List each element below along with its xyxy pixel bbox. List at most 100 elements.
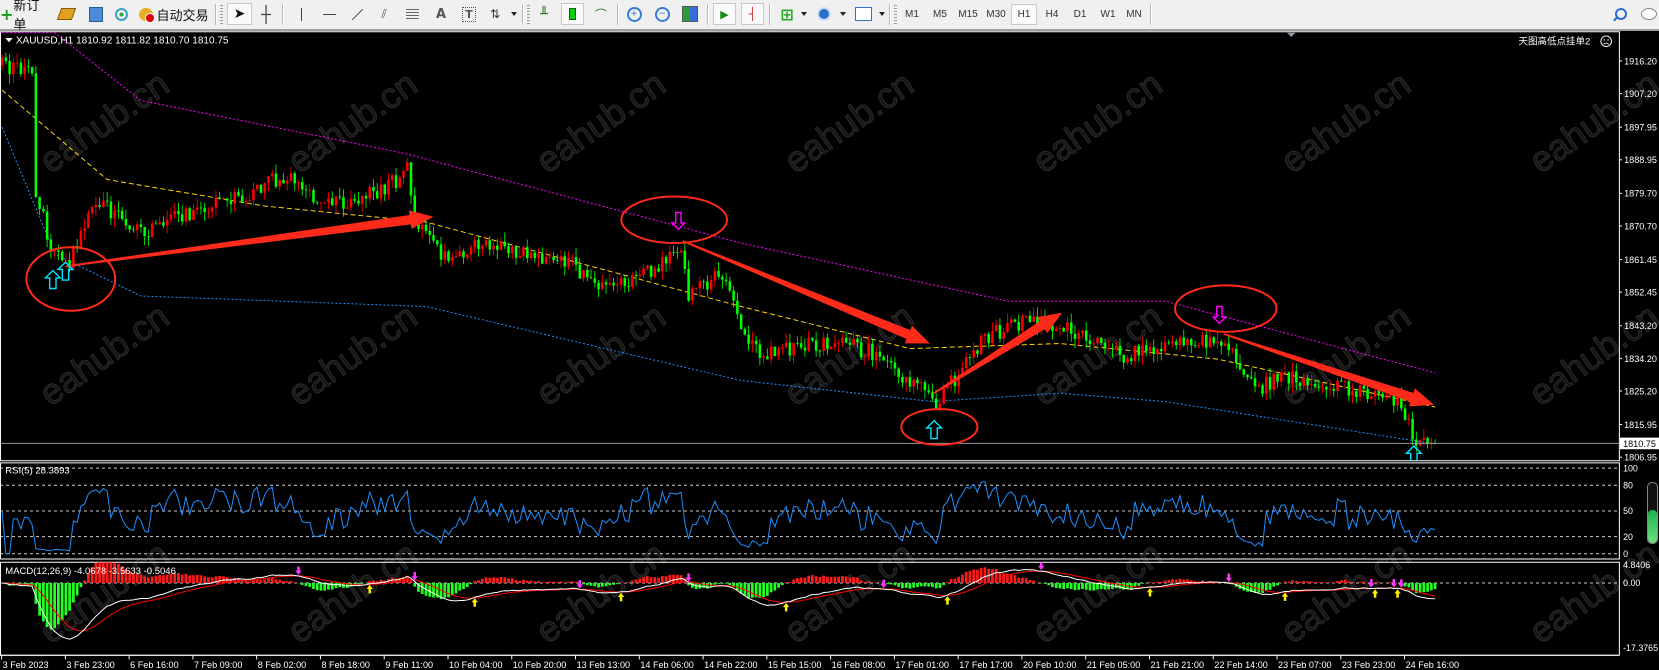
time-label: 14 Feb 22:00 (704, 660, 758, 670)
timeframe-mn[interactable]: MN (1121, 4, 1147, 25)
candle-body (1219, 341, 1223, 346)
candle (1407, 413, 1411, 426)
macd-histogram-bar (994, 569, 998, 584)
candle (15, 53, 19, 69)
autoscroll-button[interactable]: ▶ (713, 3, 736, 25)
chart-shift-button[interactable]: ┤ (741, 3, 764, 25)
candle-body (541, 254, 544, 264)
macd-cross-down-arrow-icon (1225, 573, 1232, 582)
timeframe-m1[interactable]: M1 (899, 4, 925, 25)
timeframe-m15[interactable]: M15 (955, 4, 981, 25)
candle-body (601, 282, 604, 290)
search-button[interactable] (1611, 3, 1631, 25)
candle (83, 218, 86, 241)
chat-button[interactable] (1638, 3, 1659, 25)
fibonacci-button[interactable] (402, 3, 422, 25)
candle (994, 319, 998, 332)
new-chart-dropdown-icon[interactable] (801, 12, 807, 16)
macd-histogram-bar (180, 574, 184, 584)
candle-body (38, 197, 41, 209)
candle-body (522, 247, 525, 257)
timeframe-m30[interactable]: M30 (983, 4, 1009, 25)
candle-body (304, 189, 308, 191)
cursor-button[interactable]: ➤ (227, 3, 252, 25)
candle-body (1302, 377, 1306, 386)
templates-dropdown-icon[interactable] (879, 12, 885, 16)
candle-body (267, 176, 270, 183)
macd-histogram-bar (203, 576, 207, 584)
candle-body (844, 337, 848, 343)
candle-body (518, 256, 522, 258)
candle (589, 269, 593, 279)
timeframe-h4[interactable]: H4 (1039, 4, 1065, 25)
auto-trading-button[interactable]: 自动交易 (138, 3, 210, 25)
macd-histogram-bar (1062, 583, 1066, 590)
macd-histogram-bar (1306, 581, 1309, 584)
chart-window[interactable]: eahub.cn eahub.cn eahub.cn eahub.cn eahub.cn… (0, 0, 1659, 670)
zoom-out-button[interactable]: − (651, 3, 673, 25)
vertical-line-button[interactable] (291, 3, 311, 25)
candle-body (1355, 391, 1358, 398)
candle-body (293, 173, 296, 184)
candle-body (15, 62, 19, 64)
navigator-button[interactable] (86, 3, 106, 25)
macd-histogram-bar (657, 577, 660, 584)
candle-body (8, 61, 11, 75)
macd-histogram-bar (600, 583, 604, 587)
signals-button[interactable] (111, 3, 131, 25)
candle-body (1235, 348, 1238, 363)
candle (646, 264, 649, 271)
candle (623, 275, 627, 293)
arrows-dropdown-icon[interactable] (511, 12, 517, 16)
horizontal-line-button[interactable] (319, 3, 339, 25)
macd-histogram-bar (859, 580, 863, 584)
line-chart-button[interactable]: ⌒ (590, 3, 612, 25)
macd-histogram-bar (983, 567, 987, 584)
timeframe-h1[interactable]: H1 (1011, 4, 1037, 25)
candle (203, 202, 206, 222)
templates-button[interactable] (852, 3, 874, 25)
text-label-button[interactable]: T (459, 3, 479, 25)
candle-body (811, 337, 814, 341)
candle-body (694, 288, 698, 289)
candle (724, 272, 728, 286)
bar-chart-button[interactable]: ╨ (534, 3, 554, 25)
periods-button[interactable] (813, 3, 835, 25)
tile-windows-button[interactable] (679, 3, 701, 25)
periods-dropdown-icon[interactable] (840, 12, 846, 16)
arrows-button[interactable]: ⇅ (485, 3, 505, 25)
macd-histogram-bar (1358, 581, 1362, 584)
candle-body (499, 241, 503, 250)
candle (477, 236, 480, 257)
timeframe-d1[interactable]: D1 (1067, 4, 1093, 25)
candle (158, 216, 161, 225)
new-order-button[interactable]: + 新订单 (0, 0, 48, 33)
timeframe-m5[interactable]: M5 (927, 4, 953, 25)
candle-body (432, 235, 435, 241)
crosshair-button[interactable]: ┼ (255, 3, 277, 25)
candle (582, 269, 585, 282)
trendline-button[interactable] (347, 3, 367, 25)
candle-body (308, 190, 311, 191)
price-label: 1879.70 (1624, 189, 1657, 199)
chart-shift-marker[interactable] (1287, 32, 1296, 37)
new-chart-button[interactable]: ⊞ (776, 3, 798, 25)
time-label: 7 Feb 09:00 (194, 660, 242, 670)
candle (796, 336, 799, 347)
market-watch-button[interactable] (56, 3, 76, 25)
rsi-level-gauge-fill (1648, 510, 1657, 543)
candle (147, 229, 150, 246)
zoom-in-button[interactable]: + (623, 3, 645, 25)
candle-body (1107, 348, 1110, 350)
candlestick-button[interactable] (561, 3, 584, 25)
candle-body (1017, 321, 1020, 331)
timeframe-w1[interactable]: W1 (1095, 4, 1121, 25)
collapse-triangle-icon[interactable] (5, 38, 13, 43)
candle-body (713, 270, 717, 280)
candle-body (1129, 358, 1133, 362)
text-button[interactable]: A (431, 3, 451, 25)
channel-button[interactable]: ⫽ (374, 3, 394, 25)
candle-body (822, 337, 825, 351)
macd-histogram-bar (477, 580, 480, 584)
macd-histogram-bar (1077, 583, 1081, 590)
